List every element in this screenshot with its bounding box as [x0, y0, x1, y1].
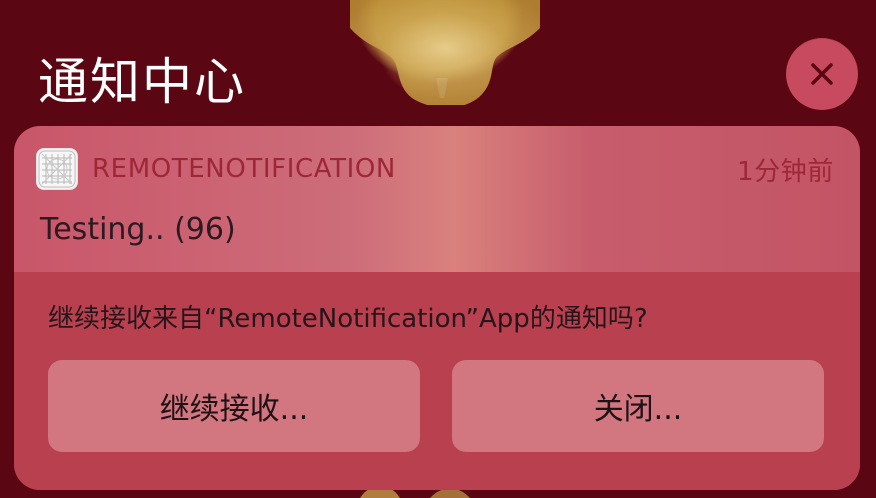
turn-off-label: 关闭... [593, 392, 683, 427]
notification-prompt: 继续接收来自“RemoteNotification”App的通知吗? [48, 304, 648, 334]
close-button[interactable] [786, 38, 858, 110]
notification-content: REMOTENOTIFICATION 1分钟前 Testing.. (96) [14, 126, 860, 272]
notification-actions: 继续接收来自“RemoteNotification”App的通知吗? 继续接收.… [14, 272, 860, 490]
continue-receiving-button[interactable]: 继续接收... [48, 360, 420, 452]
grid-icon [38, 150, 76, 188]
continue-receiving-label: 继续接收... [159, 392, 309, 427]
app-name: REMOTENOTIFICATION [92, 154, 396, 184]
wallpaper-gold-shape [350, 0, 540, 105]
close-icon [811, 63, 833, 85]
app-icon [36, 148, 78, 190]
notification-header: REMOTENOTIFICATION 1分钟前 [36, 147, 834, 191]
notification-message: Testing.. (96) [40, 212, 236, 247]
page-title: 通知中心 [38, 53, 246, 111]
notification-time: 1分钟前 [737, 156, 834, 187]
notification-card[interactable]: REMOTENOTIFICATION 1分钟前 Testing.. (96) 继… [14, 126, 860, 490]
turn-off-button[interactable]: 关闭... [452, 360, 824, 452]
